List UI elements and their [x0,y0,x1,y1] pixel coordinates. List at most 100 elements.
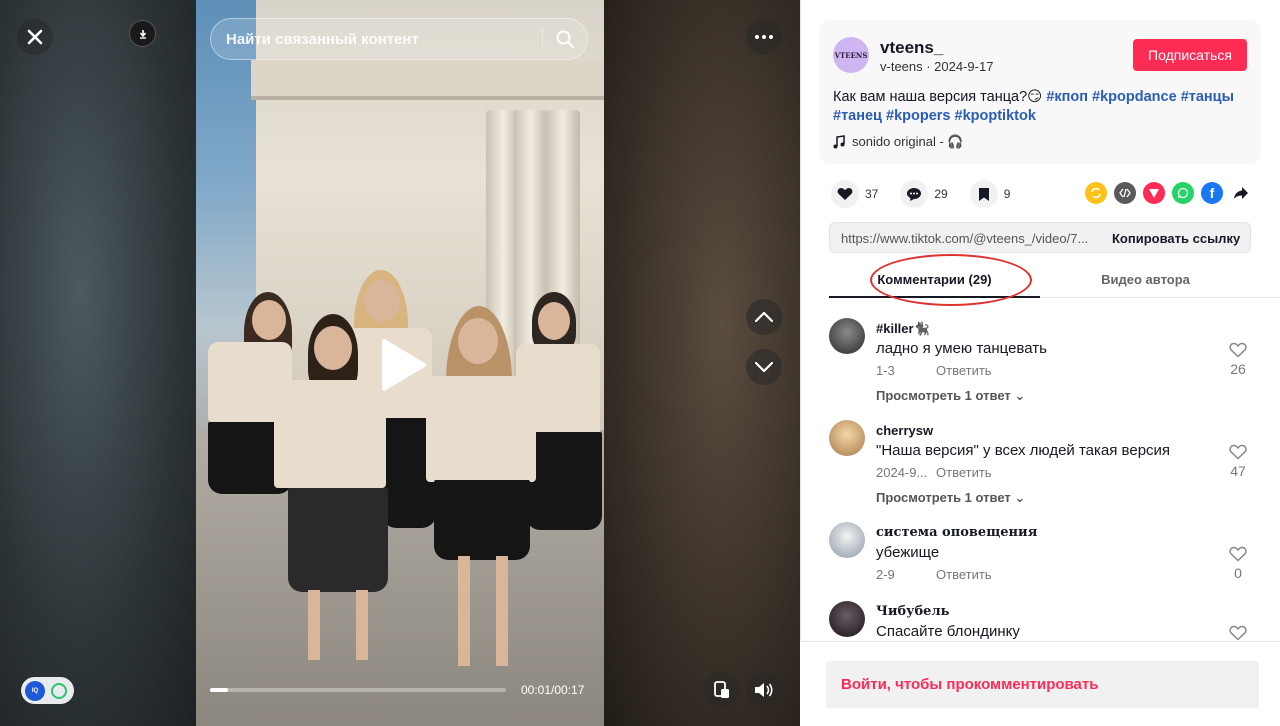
comment-text: Спасайте блондинку [876,623,1020,640]
search-icon[interactable] [556,30,574,48]
comment-date: 2-9 [876,567,895,582]
floating-player-button[interactable] [704,672,740,708]
dancer [434,480,530,560]
share-arrow-icon[interactable] [1230,182,1252,204]
video-player: Найти связанный контент 00:01/00:17 IQ [0,0,800,726]
comment-footer: Войти, чтобы прокомментировать [800,641,1280,726]
login-to-comment-button[interactable]: Войти, чтобы прокомментировать [826,661,1259,708]
hashtag-link[interactable]: #kpopdance [1092,89,1177,105]
chevron-down-icon: ⌄ [1014,388,1026,403]
commenter-name[interactable]: #killer🐈‍⬛ [876,321,930,337]
comment-text: убежище [876,544,940,561]
hashtag-link[interactable]: #танец [833,108,882,124]
author-avatar[interactable]: VTEENS [833,37,869,73]
video-description: Как вам наша версия танца?😏 #кпоп #kpopd… [833,88,1253,126]
search-divider [542,28,543,50]
facebook-icon[interactable]: f [1201,182,1223,204]
play-icon[interactable] [380,337,428,398]
commenter-avatar[interactable] [829,522,865,558]
tab-author-videos[interactable]: Видео автора [1040,262,1251,298]
comment-like-icon[interactable] [1229,625,1247,640]
comment-like-icon[interactable] [1229,342,1247,358]
close-button[interactable] [17,19,53,55]
commenter-name[interactable]: Чибубель [876,604,949,619]
previous-video-button[interactable] [746,299,782,335]
hashtag-link[interactable]: #kpoptiktok [955,108,1036,124]
copy-link-button[interactable]: Копировать ссылку [1112,231,1240,246]
red-highlight-ellipse [870,254,1032,306]
commenter-avatar[interactable] [829,318,865,354]
comment-action[interactable]: 29 [900,180,948,208]
reply-button[interactable]: Ответить [936,363,992,378]
like-action[interactable]: 37 [831,180,878,208]
mini-player-icon [714,681,729,698]
commenter-avatar[interactable] [829,420,865,456]
related-search-placeholder: Найти связанный контент [226,31,419,48]
details-panel: VTEENS vteens_ v-teens · 2024-9-17 Подпи… [800,0,1280,726]
author-name[interactable]: vteens_ [880,38,943,58]
comment-like-count: 0 [1234,565,1242,581]
comment-like-count: 26 [1230,361,1246,377]
commenter-name[interactable]: cherrysw [876,423,933,438]
save-count: 9 [1003,187,1011,201]
download-icon [139,29,146,39]
video-progress-bar[interactable] [210,688,506,692]
music-note-icon [833,135,845,149]
send-icon[interactable] [1143,182,1165,204]
music-link[interactable]: sonido original - 🎧 [833,134,964,150]
video-link-box: https://www.tiktok.com/@vteens_/video/7.… [829,222,1251,253]
extension-badge[interactable]: IQ [21,677,74,704]
comment-count: 29 [934,187,948,201]
hashtag-link[interactable]: #танцы [1181,89,1234,105]
video-progress-fill [210,688,228,692]
volume-button[interactable] [746,672,782,708]
dancer [458,318,498,364]
repost-icon[interactable] [1085,182,1107,204]
more-dots-icon [755,35,773,39]
volume-icon [755,683,773,697]
video-info-card: VTEENS vteens_ v-teens · 2024-9-17 Подпи… [819,20,1261,164]
dancer [458,556,470,666]
comment-like-icon[interactable] [1229,546,1247,562]
save-action[interactable]: 9 [969,180,1011,208]
view-replies-label: Просмотреть 1 ответ [876,490,1011,505]
video-link-url[interactable]: https://www.tiktok.com/@vteens_/video/7.… [841,231,1095,246]
view-replies-button[interactable]: Просмотреть 1 ответ ⌄ [876,490,1025,506]
commenter-name[interactable]: система оповещения [876,525,1037,540]
next-video-button[interactable] [746,349,782,385]
action-bar: 37 29 9 [831,180,1032,208]
view-replies-label: Просмотреть 1 ответ [876,388,1011,403]
comment-list[interactable]: #killer🐈‍⬛ ладно я умею танцевать 1-3 От… [829,312,1257,640]
view-replies-button[interactable]: Просмотреть 1 ответ ⌄ [876,388,1025,404]
comment-like-count: 47 [1230,463,1246,479]
music-title: sonido original - 🎧 [852,134,964,149]
download-button[interactable] [129,20,156,47]
reply-button[interactable]: Ответить [936,465,992,480]
comment-bubble-icon [900,180,929,208]
dancer [252,300,286,340]
background-blur-left [0,0,200,726]
bookmark-icon [969,180,998,208]
dancer [314,326,352,370]
subscribe-button[interactable]: Подписаться [1133,39,1247,71]
hashtag-link[interactable]: #kpopers [886,108,950,124]
dancer [274,380,386,488]
description-text: Как вам наша версия танца?😏 [833,89,1043,105]
commenter-avatar[interactable] [829,601,865,637]
embed-icon[interactable] [1114,182,1136,204]
author-meta: v-teens · 2024-9-17 [880,59,994,74]
related-search-input[interactable]: Найти связанный контент [210,18,588,60]
power-icon[interactable] [51,682,67,699]
hashtag-link[interactable]: #кпоп [1046,89,1088,105]
reply-button[interactable]: Ответить [936,567,992,582]
comment-like-icon[interactable] [1229,444,1247,460]
chevron-down-icon [755,362,773,372]
chevron-up-icon [755,312,773,322]
video-cornice [251,60,604,100]
more-options-button[interactable] [746,19,782,55]
chevron-down-icon: ⌄ [1014,490,1026,505]
whatsapp-icon[interactable] [1172,182,1194,204]
share-row: f [1085,182,1252,204]
dancer [356,590,368,660]
dancer [496,556,508,666]
